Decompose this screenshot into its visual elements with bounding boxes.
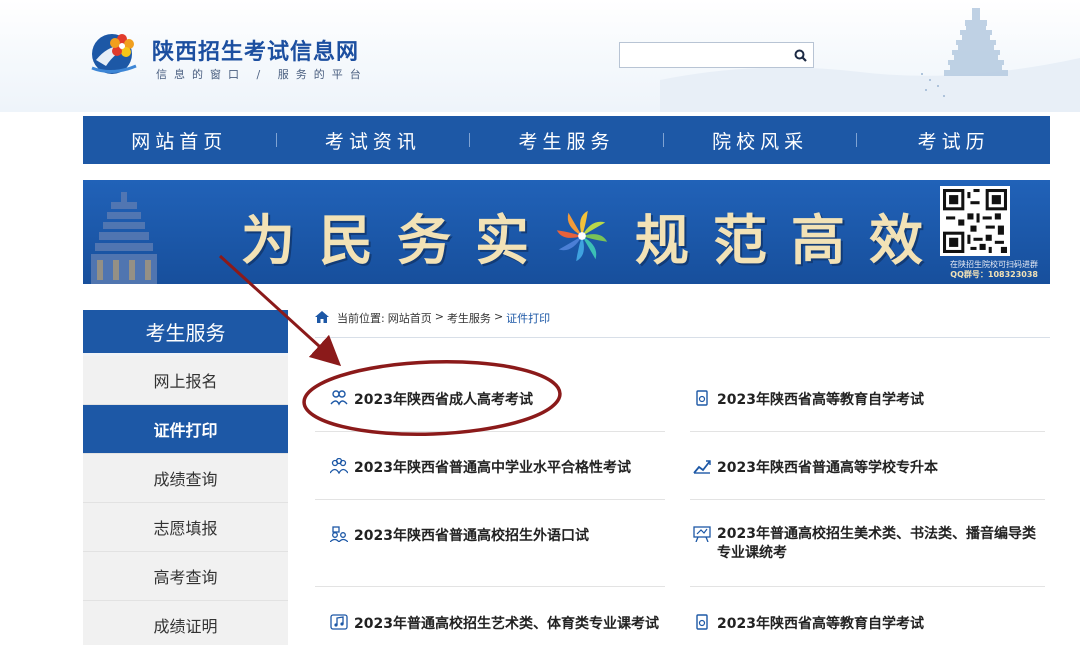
breadcrumb-separator: >	[434, 310, 444, 323]
row-divider	[315, 431, 665, 432]
sidebar-item-score-certificate[interactable]: 成绩证明	[83, 601, 288, 645]
exam-label: 2023年陕西省成人高考考试	[354, 392, 533, 408]
sidebar-item-online-registration[interactable]: 网上报名	[83, 356, 288, 405]
music-icon	[330, 614, 348, 630]
banner-char: 为	[241, 208, 295, 272]
banner-char: 效	[869, 208, 923, 272]
banner-char: 实	[475, 208, 529, 272]
qr-note-line: QQ群号：108323038	[950, 270, 1038, 279]
document-icon	[696, 614, 708, 630]
exam-label: 2023年普通高校招生艺术类、体育类专业课考试	[354, 616, 659, 632]
main-nav: 网站首页 考试资讯 考生服务 院校风采 考试历	[83, 116, 1050, 164]
exam-link[interactable]: 2023年陕西省高等教育自学考试	[693, 389, 1048, 409]
qr-note: 在陕招生院校可扫码进群 QQ群号：108323038	[950, 260, 1038, 280]
site-title[interactable]: 陕西招生考试信息网	[152, 34, 359, 66]
qr-note-line: 在陕招生院校可扫码进群	[950, 260, 1038, 269]
row-divider	[315, 499, 665, 500]
sidebar-item-score-query[interactable]: 成绩查询	[83, 454, 288, 503]
qr-code	[940, 186, 1010, 256]
banner-char: 民	[319, 208, 373, 272]
site-logo[interactable]	[88, 26, 144, 78]
breadcrumb-link-services[interactable]: 考生服务	[447, 310, 491, 326]
qr-code-image	[943, 189, 1007, 253]
site-slogan: 信息的窗口 / 服务的平台	[156, 68, 368, 81]
breadcrumb-separator: >	[493, 310, 504, 323]
home-icon	[315, 311, 329, 323]
sidebar-item-gaokao-query[interactable]: 高考查询	[83, 552, 288, 601]
group-icon	[330, 458, 348, 474]
sidebar-item-application[interactable]: 志愿填报	[83, 503, 288, 552]
banner-char: 范	[713, 208, 767, 272]
people-icon	[330, 390, 348, 406]
exam-link[interactable]: 2023年陕西省普通高等学校专升本	[693, 457, 1048, 477]
nav-exam-calendar[interactable]: 考试历	[857, 116, 1050, 164]
easel-icon	[693, 526, 711, 542]
banner-pagoda-image	[91, 192, 157, 284]
exam-link[interactable]: 2023年陕西省成人高考考试	[330, 389, 670, 409]
banner-slogan: 为 民 务 实 规 范 高 效	[241, 196, 923, 275]
banner-char: 务	[397, 208, 451, 272]
exam-link[interactable]: 2023年陕西省高等教育自学考试	[693, 613, 1048, 633]
breadcrumb: 当前位置: 网站首页 > 考生服务 > 证件打印	[315, 310, 1050, 338]
exam-link[interactable]: 2023年陕西省普通高中学业水平合格性考试	[330, 457, 670, 477]
sidebar-title: 考生服务	[83, 310, 288, 356]
banner-char: 高	[791, 208, 845, 272]
exam-link[interactable]: 2023年普通高校招生美术类、书法类、播音编导类专业课统考	[693, 525, 1048, 563]
exam-link[interactable]: 2023年普通高校招生艺术类、体育类专业课考试	[330, 613, 680, 633]
search-icon	[794, 49, 807, 62]
search-input[interactable]	[620, 43, 787, 67]
nav-colleges[interactable]: 院校风采	[664, 116, 857, 164]
banner: 为 民 务 实 规 范 高 效 在陕招生院校可扫码进群 QQ群号：1083230…	[83, 180, 1050, 284]
nav-student-services[interactable]: 考生服务	[470, 116, 663, 164]
row-divider	[315, 586, 665, 587]
nav-home[interactable]: 网站首页	[83, 116, 276, 164]
banner-char: 规	[635, 208, 689, 272]
row-divider	[690, 586, 1045, 587]
header: 陕西招生考试信息网 信息的窗口 / 服务的平台	[0, 0, 1080, 112]
row-divider	[690, 431, 1045, 432]
group-icon	[330, 526, 348, 542]
sidebar-item-certificate-print[interactable]: 证件打印	[83, 405, 288, 454]
sidebar: 考生服务 网上报名 证件打印 成绩查询 志愿填报 高考查询 成绩证明	[83, 310, 288, 645]
page: 陕西招生考试信息网 信息的窗口 / 服务的平台 网站首页 考试资讯 考生服务 院…	[0, 0, 1080, 645]
search-button[interactable]	[787, 43, 813, 67]
exam-label: 2023年陕西省普通高等学校专升本	[717, 460, 938, 476]
exam-label: 2023年陕西省普通高校招生外语口试	[354, 528, 589, 544]
nav-exam-news[interactable]: 考试资讯	[277, 116, 470, 164]
exam-label: 2023年陕西省普通高中学业水平合格性考试	[354, 460, 631, 476]
search-box	[619, 42, 814, 68]
document-icon	[696, 390, 708, 406]
row-divider	[690, 499, 1045, 500]
exam-label: 2023年普通高校招生美术类、书法类、播音编导类专业课统考	[717, 526, 1036, 561]
breadcrumb-link-home[interactable]: 网站首页	[388, 310, 432, 326]
exam-label: 2023年陕西省高等教育自学考试	[717, 392, 924, 408]
exam-link[interactable]: 2023年陕西省普通高校招生外语口试	[330, 525, 670, 545]
breadcrumb-prefix: 当前位置:	[337, 312, 385, 325]
breadcrumb-current: 证件打印	[506, 312, 551, 325]
chart-icon	[693, 460, 711, 474]
exam-label: 2023年陕西省高等教育自学考试	[717, 616, 924, 632]
pinwheel-icon	[556, 210, 608, 261]
